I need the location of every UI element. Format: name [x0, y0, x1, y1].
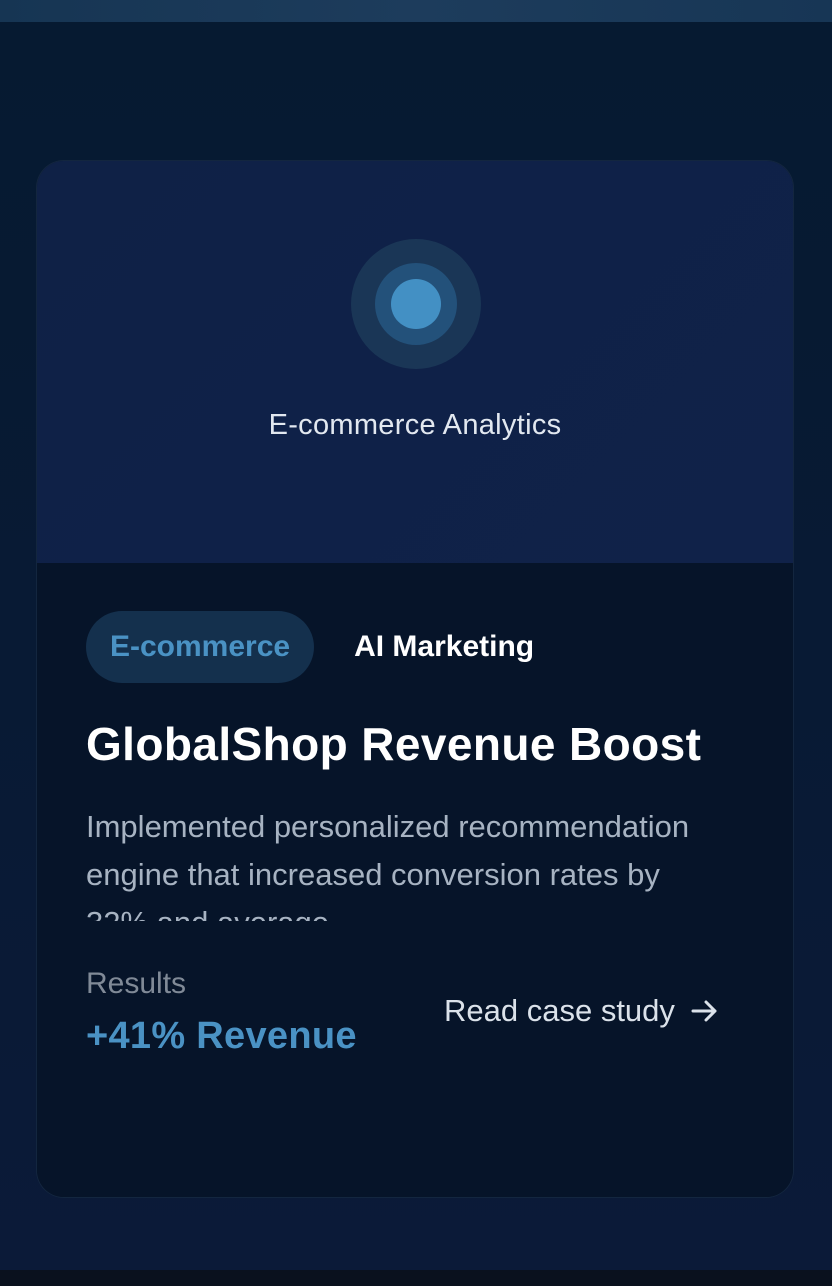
bottom-strip — [0, 1270, 832, 1286]
results-label: Results — [86, 967, 187, 1000]
arrow-right-icon — [689, 995, 721, 1027]
card-body: E-commerce AI Marketing GlobalShop Reven… — [37, 563, 793, 1197]
card-hero: E-commerce Analytics — [37, 161, 793, 564]
tag-ai-marketing[interactable]: AI Marketing — [330, 611, 558, 683]
target-icon-dot — [391, 279, 441, 329]
target-icon — [351, 239, 481, 369]
tag-list: E-commerce AI Marketing — [86, 611, 558, 683]
results-value: +41% Revenue — [86, 1015, 357, 1057]
case-description: Implemented personalized recommendation … — [86, 809, 690, 921]
tag-ecommerce[interactable]: E-commerce — [86, 611, 315, 683]
case-study-card[interactable]: E-commerce Analytics E-commerce AI Marke… — [36, 160, 794, 1198]
read-case-study-link[interactable]: Read case study — [444, 993, 721, 1029]
case-title: GlobalShop Revenue Boost — [86, 718, 702, 770]
top-header-strip — [0, 0, 832, 22]
hero-title: E-commerce Analytics — [268, 409, 562, 441]
read-case-study-label: Read case study — [444, 993, 675, 1028]
